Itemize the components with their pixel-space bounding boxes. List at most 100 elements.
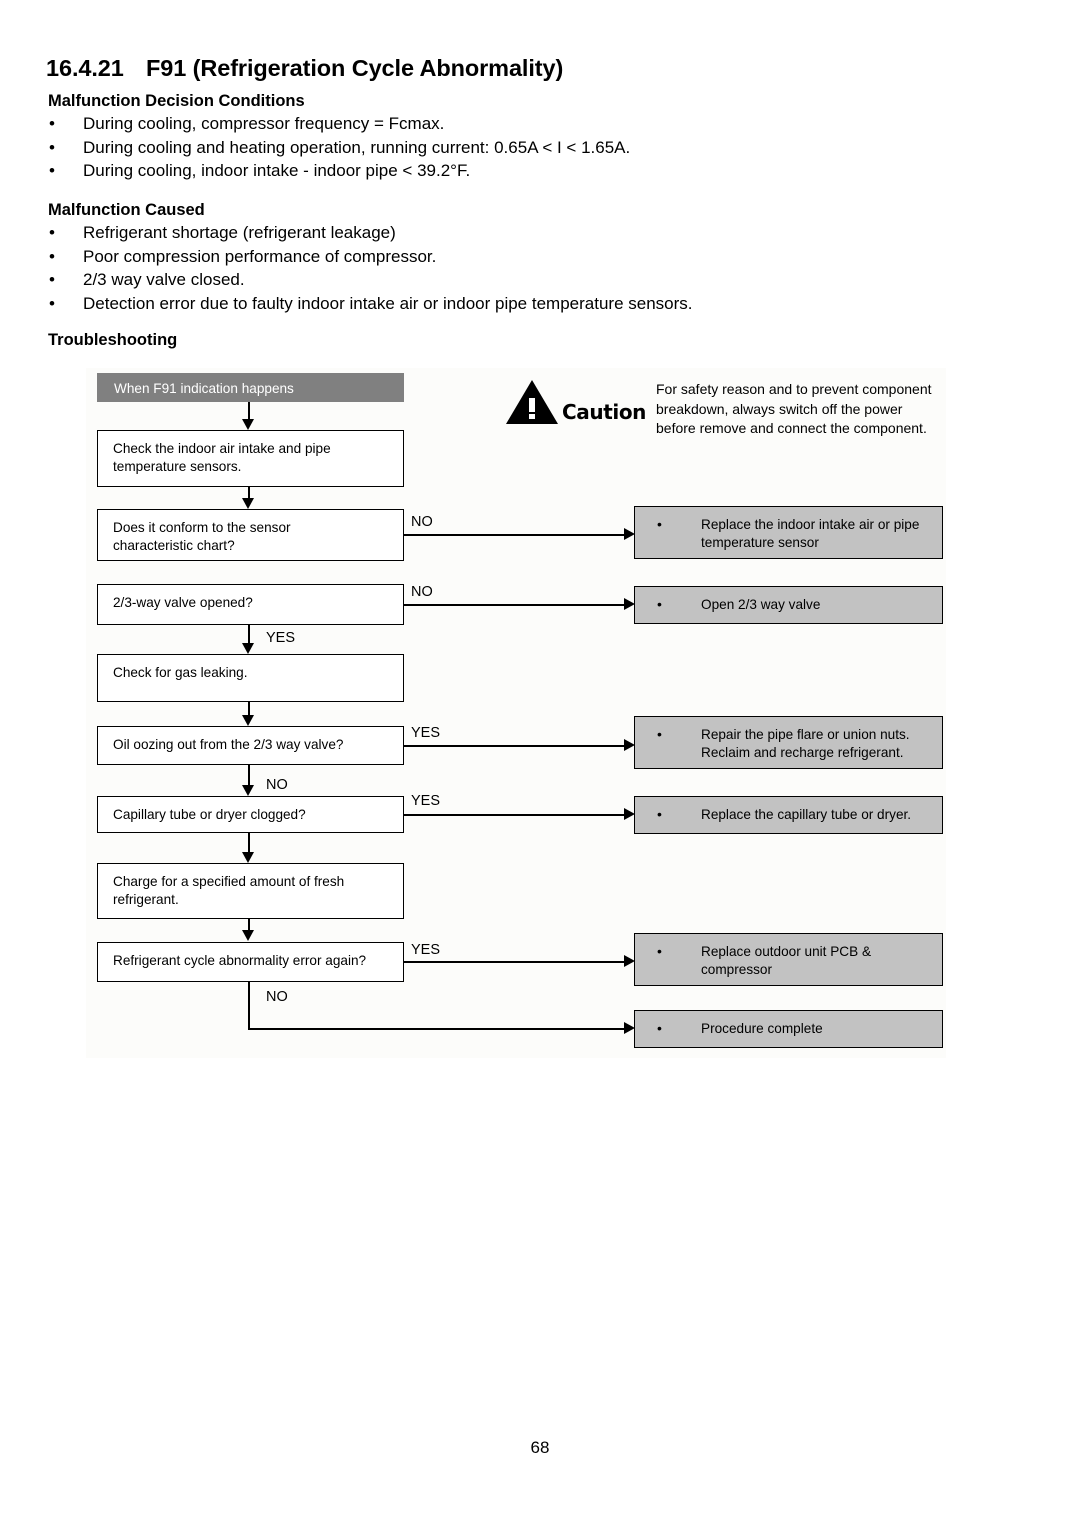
- bullet-icon: •: [49, 293, 55, 313]
- flow-node-charge-refrigerant: Charge for a specified amount of fresh r…: [97, 863, 404, 919]
- troubleshooting-flowchart: Caution For safety reason and to prevent…: [86, 368, 946, 1058]
- action-node-open-valve-text: • Open 2/3 way valve: [657, 596, 821, 612]
- arrow-down-icon: [242, 498, 254, 509]
- document-page: 16.4.21 F91 (Refrigeration Cycle Abnormal…: [0, 0, 1080, 1527]
- malfunction-decision-conditions-list: • During cooling, compressor frequency = …: [46, 112, 630, 183]
- edge-label-no-4: NO: [266, 989, 288, 1005]
- flow-node-oil-oozing-text: Oil oozing out from the 2/3 way valve?: [113, 737, 344, 752]
- list-item: • Detection error due to faulty indoor in…: [46, 292, 693, 316]
- list-item: • Refrigerant shortage (refrigerant leaka…: [46, 221, 693, 245]
- section-title-text: F91 (Refrigeration Cycle Abnormality): [146, 55, 564, 81]
- flow-node-valve-opened: 2/3-way valve opened?: [97, 584, 404, 625]
- flow-node-conform-chart: Does it conform to the sensor characteri…: [97, 509, 404, 561]
- arrow-right-icon: [624, 739, 635, 751]
- bullet-icon: •: [657, 943, 662, 959]
- action-node-repair-flare-line2: Reclaim and recharge refrigerant.: [701, 745, 904, 760]
- list-item-text: During cooling and heating operation, ru…: [83, 137, 631, 157]
- connector-oil-yes: [404, 745, 627, 747]
- action-node-replace-sensor-line2: temperature sensor: [701, 535, 819, 550]
- bullet-icon: •: [49, 161, 55, 180]
- connector-error-no-vertical: [248, 982, 250, 1029]
- flow-node-capillary-clogged-text: Capillary tube or dryer clogged?: [113, 807, 306, 822]
- connector-conform-no: [404, 534, 627, 536]
- edge-label-yes-1: YES: [266, 630, 296, 646]
- flow-node-start: When F91 indication happens: [97, 373, 404, 402]
- action-node-replace-capillary: • Replace the capillary tube or dryer.: [634, 796, 943, 834]
- connector-valve-no: [404, 604, 627, 606]
- list-item: • During cooling and heating operation, r…: [46, 136, 630, 160]
- bullet-icon: •: [657, 1020, 662, 1036]
- exclamation-mark-icon: [529, 398, 535, 419]
- flow-node-check-sensors: Check the indoor air intake and pipe tem…: [97, 430, 404, 487]
- arrow-down-icon: [242, 715, 254, 726]
- flow-node-check-gas-leak: Check for gas leaking.: [97, 654, 404, 702]
- caution-text-line3: before remove and connect the component.: [656, 420, 927, 436]
- flow-node-conform-chart-line2: characteristic chart?: [113, 538, 235, 553]
- flow-node-charge-refrigerant-line1: Charge for a specified amount of fresh: [113, 874, 345, 889]
- flow-node-oil-oozing: Oil oozing out from the 2/3 way valve?: [97, 726, 404, 765]
- action-node-replace-sensor: • Replace the indoor intake air or pipe t…: [634, 506, 943, 559]
- action-node-repair-flare-line1: • Repair the pipe flare or union nuts.: [657, 726, 910, 742]
- bullet-icon: •: [657, 806, 662, 822]
- edge-label-no-2: NO: [411, 584, 433, 600]
- arrow-right-icon: [624, 808, 635, 820]
- bullet-icon: •: [657, 726, 662, 742]
- flow-node-error-again: Refrigerant cycle abnormality error agai…: [97, 942, 404, 982]
- connector-gas-to-oil: [248, 702, 250, 716]
- action-node-replace-pcb-line2: compressor: [701, 962, 773, 977]
- flow-node-error-again-text: Refrigerant cycle abnormality error agai…: [113, 953, 367, 968]
- arrow-down-icon: [242, 785, 254, 796]
- flow-node-check-sensors-line1: Check the indoor air intake and pipe: [113, 441, 331, 456]
- edge-label-yes-3: YES: [411, 793, 441, 809]
- malfunction-decision-conditions-heading: Malfunction Decision Conditions: [48, 92, 305, 110]
- caution-text-line1: For safety reason and to prevent compone…: [656, 381, 932, 397]
- action-node-procedure-complete-text: • Procedure complete: [657, 1020, 823, 1036]
- bullet-icon: •: [657, 596, 662, 612]
- edge-label-yes-2: YES: [411, 725, 441, 741]
- troubleshooting-heading: Troubleshooting: [48, 331, 178, 349]
- bullet-icon: •: [49, 114, 55, 133]
- malfunction-caused-list: • Refrigerant shortage (refrigerant leaka…: [46, 221, 693, 315]
- page-number: 68: [530, 1438, 550, 1457]
- arrow-right-icon: [624, 598, 635, 610]
- connector-valve-to-gas: [248, 625, 250, 644]
- action-node-replace-pcb: • Replace outdoor unit PCB & compressor: [634, 933, 943, 986]
- arrow-down-icon: [242, 419, 254, 430]
- list-item: • 2/3 way valve closed.: [46, 268, 693, 292]
- flow-node-check-sensors-line2: temperature sensors.: [113, 459, 242, 474]
- list-item-text: During cooling, indoor intake - indoor p…: [83, 161, 471, 180]
- list-item-text: During cooling, compressor frequency = F…: [83, 114, 445, 133]
- connector-oil-to-capillary: [248, 765, 250, 785]
- connector-error-yes: [404, 961, 627, 963]
- page-title: 16.4.21 F91 (Refrigeration Cycle Abnormal…: [46, 55, 563, 82]
- arrow-right-icon: [624, 1022, 635, 1034]
- action-node-procedure-complete: • Procedure complete: [634, 1010, 943, 1048]
- bullet-icon: •: [49, 223, 55, 242]
- flow-node-charge-refrigerant-line2: refrigerant.: [113, 892, 179, 907]
- flow-node-capillary-clogged: Capillary tube or dryer clogged?: [97, 796, 404, 833]
- connector-capillary-to-charge: [248, 833, 250, 852]
- bullet-icon: •: [49, 246, 55, 266]
- list-item: • During cooling, compressor frequency = …: [46, 112, 630, 136]
- list-item-text: Refrigerant shortage (refrigerant leakag…: [83, 223, 396, 242]
- edge-label-yes-4: YES: [411, 942, 441, 958]
- list-item: • Poor compression performance of compres…: [46, 245, 693, 269]
- flow-node-valve-opened-text: 2/3-way valve opened?: [113, 595, 253, 610]
- caution-notice: Caution For safety reason and to prevent…: [506, 376, 946, 436]
- bullet-icon: •: [657, 516, 662, 532]
- arrow-down-icon: [242, 643, 254, 654]
- list-item-text: Poor compression performance of compress…: [83, 246, 437, 266]
- action-node-replace-pcb-line1: • Replace outdoor unit PCB &: [657, 943, 872, 959]
- action-node-repair-flare: • Repair the pipe flare or union nuts. Re…: [634, 716, 943, 769]
- bullet-icon: •: [49, 270, 55, 289]
- caution-text: For safety reason and to prevent compone…: [656, 380, 932, 439]
- caution-text-line2: breakdown, always switch off the power: [656, 400, 903, 417]
- flow-node-conform-chart-line1: Does it conform to the sensor: [113, 520, 291, 535]
- arrow-right-icon: [624, 955, 635, 967]
- connector-start-to-check: [248, 402, 250, 420]
- flow-node-start-text: When F91 indication happens: [114, 381, 294, 396]
- section-number: 16.4.21: [46, 55, 124, 81]
- list-item-text: 2/3 way valve closed.: [83, 270, 245, 289]
- arrow-down-icon: [242, 852, 254, 863]
- list-item-text: Detection error due to faulty indoor int…: [83, 293, 693, 313]
